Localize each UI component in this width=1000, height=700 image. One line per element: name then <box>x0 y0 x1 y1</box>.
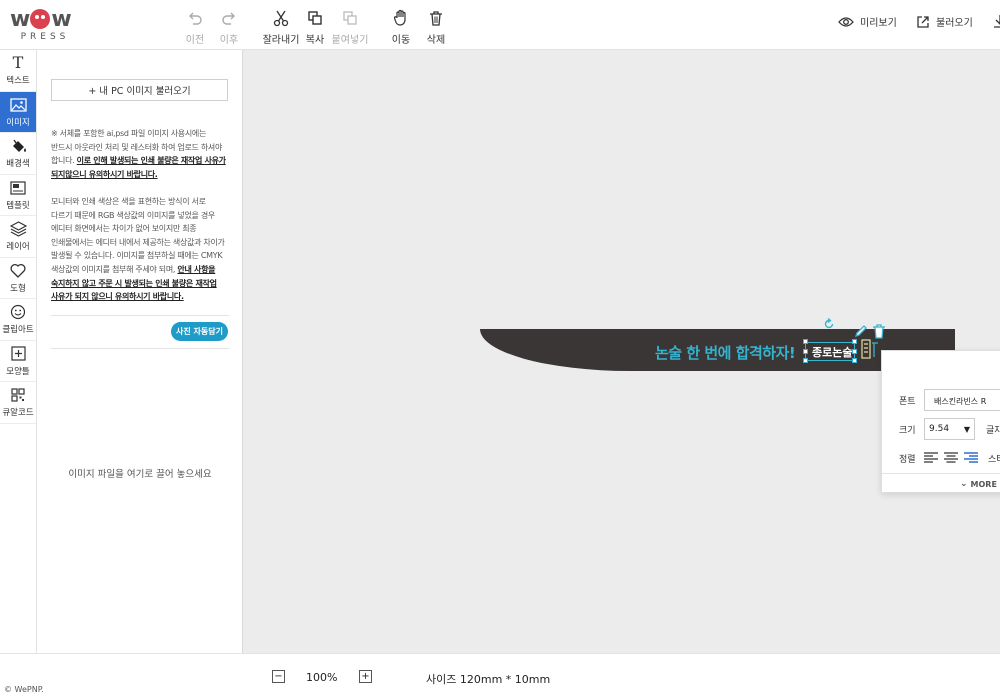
rail-item-label: 템플릿 <box>6 200 30 211</box>
logo-wordmark: ww <box>10 6 72 32</box>
rail-item-text[interactable]: T 텍스트 <box>0 50 36 92</box>
drop-zone-hint: 이미지 파일을 여기로 끌어 놓으세요 <box>68 469 212 480</box>
resize-handle[interactable] <box>803 339 808 344</box>
qr-code-icon <box>11 388 25 402</box>
panel-divider <box>51 315 229 316</box>
notice-color: 모니터와 인쇄 색상은 색을 표현하는 방식이 서로 다르기 때문에 RGB 색… <box>51 197 225 302</box>
preview-button[interactable]: 미리보기 <box>838 14 897 29</box>
align-text-icon[interactable] <box>861 339 879 359</box>
preview-label: 미리보기 <box>860 18 897 29</box>
rail-item-label: 큐알코드 <box>2 408 34 419</box>
load-label: 불러오기 <box>936 18 973 29</box>
paste-label: 붙여넣기 <box>331 35 369 46</box>
smiley-icon <box>10 305 26 320</box>
more-options-button[interactable]: ⌄ MORE <box>960 479 997 489</box>
align-left-icon[interactable] <box>924 452 938 463</box>
resize-handle[interactable] <box>852 349 857 354</box>
auto-photo-button[interactable]: 사진 자동담기 <box>171 322 228 341</box>
edit-pencil-icon[interactable] <box>854 324 868 338</box>
delete-label: 삭제 <box>426 35 446 46</box>
delete-button[interactable]: 삭제 <box>414 8 458 46</box>
layers-icon <box>9 221 27 237</box>
bottom-bar: − 100% + 사이즈 120mm * 10mm © WePNP. <box>0 653 1000 700</box>
selected-text-object[interactable]: 종로논술 <box>812 344 852 360</box>
rail-item-label: 모양틀 <box>6 366 30 377</box>
zoom-level: 100% <box>306 671 338 684</box>
chevron-down-icon: ⌄ <box>960 479 968 489</box>
spacing-label: 글자 <box>986 426 1000 436</box>
dropdown-arrow-icon: ▼ <box>963 424 970 434</box>
align-label: 정렬 <box>899 455 916 465</box>
trash-icon <box>430 11 442 26</box>
text-property-popup: 폰트 배스킨라빈스 R 크기 9.54 ▼ 글자 정렬 스타 ⌄ MORE <box>881 350 1000 493</box>
rail-item-label: 텍스트 <box>6 76 30 87</box>
rail-item-qrcode[interactable]: 큐알코드 <box>0 382 36 424</box>
text-icon: T <box>12 53 24 73</box>
more-label: MORE <box>970 479 997 489</box>
font-select[interactable]: 배스킨라빈스 R <box>924 389 1000 411</box>
resize-handle[interactable] <box>803 349 808 354</box>
image-panel: + 내 PC 이미지 불러오기 ※ 서체를 포함한 ai,psd 파일 이미지 … <box>37 50 243 653</box>
copy-icon <box>308 11 322 25</box>
rail-item-frame[interactable]: 모양틀 <box>0 341 36 382</box>
rail-item-label: 배경색 <box>6 159 30 170</box>
image-icon <box>9 98 27 112</box>
rotate-icon[interactable] <box>823 318 835 330</box>
load-button[interactable]: 불러오기 <box>916 14 973 29</box>
download-button[interactable] <box>993 14 1000 28</box>
resize-handle[interactable] <box>852 358 857 363</box>
rail-item-label: 이미지 <box>6 117 30 128</box>
heart-icon <box>10 264 26 279</box>
rail-item-layer[interactable]: 레이어 <box>0 216 36 258</box>
canvas-size-info: 사이즈 120mm * 10mm <box>426 673 551 686</box>
template-icon <box>10 181 26 195</box>
redo-icon <box>222 12 235 25</box>
rail-item-background[interactable]: 배경색 <box>0 133 36 175</box>
zoom-in-button[interactable]: + <box>359 670 372 683</box>
resize-handle[interactable] <box>803 358 808 363</box>
rail-item-image[interactable]: 이미지 <box>0 91 36 133</box>
redo-button[interactable]: 이후 <box>207 8 251 46</box>
logo-face-icon <box>30 9 51 29</box>
notice-outline: ※ 서체를 포함한 ai,psd 파일 이미지 사용시에는 반드시 아웃라인 처… <box>51 129 226 179</box>
style-label: 스타 <box>988 455 1000 465</box>
copyright-text: © WePNP. <box>4 685 44 694</box>
tool-rail: T 텍스트 이미지 배경색 템플릿 레이어 도형 클립아트 모양틀 큐알코드 <box>0 50 37 653</box>
rail-item-clipart[interactable]: 클립아트 <box>0 299 36 341</box>
rail-item-label: 클립아트 <box>2 325 34 336</box>
size-label: 크기 <box>899 426 916 436</box>
undo-icon <box>189 12 202 25</box>
export-icon <box>917 15 929 28</box>
scissors-icon <box>273 10 289 27</box>
zoom-out-button[interactable]: − <box>272 670 285 683</box>
font-size-select[interactable]: 9.54 ▼ <box>924 418 975 440</box>
download-icon <box>994 15 1000 28</box>
font-label: 폰트 <box>899 397 916 407</box>
rail-item-template[interactable]: 템플릿 <box>0 175 36 216</box>
resize-handle[interactable] <box>852 339 857 344</box>
panel-divider <box>51 348 229 349</box>
hand-icon <box>393 9 406 26</box>
top-toolbar: ww PRESS 이전 이후 잘라내기 복사 붙여넣기 이동 삭제 미리보기 불… <box>0 0 1000 50</box>
paste-button[interactable]: 붙여넣기 <box>328 8 372 46</box>
frame-icon <box>10 346 26 361</box>
paste-icon <box>343 11 357 25</box>
trash-icon[interactable] <box>872 324 886 339</box>
rail-item-label: 레이어 <box>6 242 30 253</box>
paint-bucket-icon <box>12 139 26 152</box>
rail-item-label: 도형 <box>10 283 26 294</box>
logo-subtitle: PRESS <box>20 32 70 42</box>
popup-divider <box>882 473 1000 474</box>
eye-icon <box>838 16 854 27</box>
font-size-value: 9.54 <box>929 424 950 434</box>
load-pc-image-button[interactable]: + 내 PC 이미지 불러오기 <box>51 79 228 101</box>
redo-label: 이후 <box>219 35 239 46</box>
rail-item-shape[interactable]: 도형 <box>0 258 36 299</box>
align-center-icon[interactable] <box>944 452 958 463</box>
wow-press-logo[interactable]: ww PRESS <box>10 6 80 43</box>
banner-text[interactable]: 논술 한 번에 합격하자! <box>655 342 796 363</box>
align-right-icon[interactable] <box>964 452 978 463</box>
